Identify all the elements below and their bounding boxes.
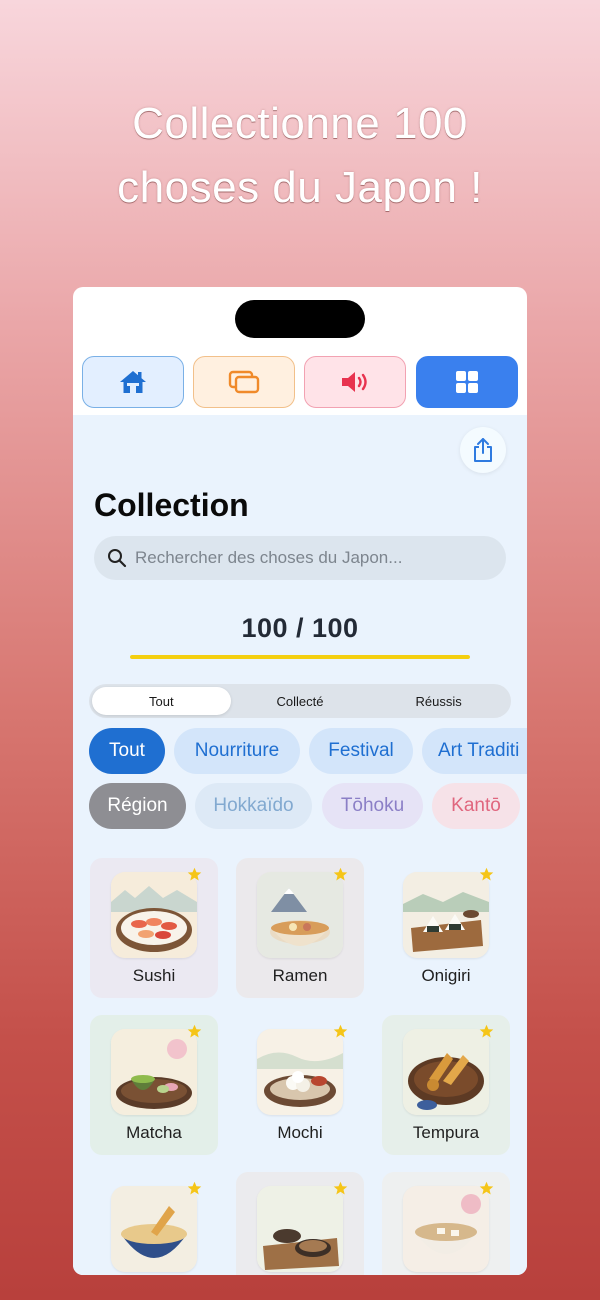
segment-collected[interactable]: Collecté [231, 687, 370, 715]
item-label: Matcha [126, 1123, 182, 1142]
star-icon [187, 867, 202, 881]
cards-icon [228, 370, 260, 394]
item-card-ramen[interactable]: Ramen [236, 858, 364, 998]
dynamic-island [235, 300, 365, 338]
share-button[interactable] [460, 427, 506, 473]
item-card-sushi[interactable]: Sushi [90, 858, 218, 998]
sushi-image [111, 872, 197, 958]
flashcards-button[interactable] [193, 356, 295, 408]
item-card-onigiri[interactable]: Onigiri [382, 858, 510, 998]
tempura-udon-image [111, 1186, 197, 1272]
segment-all[interactable]: Tout [92, 687, 231, 715]
chip-category-traditional-art[interactable]: Art Traditi [422, 728, 527, 774]
filter-segmented-control: Tout Collecté Réussis [89, 684, 511, 718]
item-card-miso[interactable] [382, 1172, 510, 1275]
chip-region-tohoku[interactable]: Tōhoku [322, 783, 423, 829]
item-label: Mochi [277, 1123, 323, 1142]
star-icon [187, 1181, 202, 1195]
segment-succeeded[interactable]: Réussis [369, 687, 508, 715]
star-icon [333, 1181, 348, 1195]
search-bar[interactable] [94, 536, 506, 580]
collection-progress-bar [130, 655, 470, 659]
onigiri-image [403, 872, 489, 958]
promo-line-2: choses du Japon ! [117, 163, 483, 212]
item-card-udon[interactable] [90, 1172, 218, 1275]
item-label: Onigiri [421, 966, 471, 985]
star-icon [479, 1024, 494, 1038]
matcha-image [111, 1029, 197, 1115]
chip-region-hokkaido[interactable]: Hokkaïdo [195, 783, 312, 829]
audio-button[interactable] [304, 356, 406, 408]
miso-soup-image [403, 1186, 489, 1272]
chip-category-festival[interactable]: Festival [309, 728, 413, 774]
star-icon [333, 1024, 348, 1038]
star-icon [479, 867, 494, 881]
star-icon [479, 1181, 494, 1195]
item-card-tempura[interactable]: Tempura [382, 1015, 510, 1155]
chip-region-all[interactable]: Région [89, 783, 186, 829]
item-card-matcha[interactable]: Matcha [90, 1015, 218, 1155]
home-icon [120, 371, 146, 393]
share-icon [474, 438, 492, 462]
search-input[interactable] [135, 548, 495, 568]
item-card-soba[interactable] [236, 1172, 364, 1275]
progress-fill [130, 655, 470, 659]
star-icon [187, 1024, 202, 1038]
soba-image [257, 1186, 343, 1272]
item-card-mochi[interactable]: Mochi [236, 1015, 364, 1155]
star-icon [333, 867, 348, 881]
chip-category-food[interactable]: Nourriture [174, 728, 300, 774]
item-label: Ramen [272, 966, 328, 985]
grid-icon [456, 371, 478, 393]
tempura-image [403, 1029, 489, 1115]
collection-count: 100 / 100 [241, 613, 359, 643]
item-label: Sushi [132, 966, 176, 985]
chip-category-all[interactable]: Tout [89, 728, 165, 774]
promo-headline: Collectionne 100 choses du Japon ! [0, 92, 600, 220]
chip-region-kanto[interactable]: Kantō [432, 783, 520, 829]
speaker-icon [342, 372, 367, 392]
item-label: Tempura [412, 1123, 480, 1142]
collection-button[interactable] [416, 356, 518, 408]
home-button[interactable] [82, 356, 184, 408]
collection-content: Collection 100 / 100 Tout Collecté Réuss… [73, 415, 527, 1275]
ramen-image [257, 872, 343, 958]
phone-screen: Collection 100 / 100 Tout Collecté Réuss… [73, 287, 527, 1275]
page-title: Collection [94, 487, 249, 523]
promo-line-1: Collectionne 100 [132, 99, 468, 148]
top-nav [73, 356, 527, 412]
mochi-image [257, 1029, 343, 1115]
search-icon [108, 549, 127, 568]
